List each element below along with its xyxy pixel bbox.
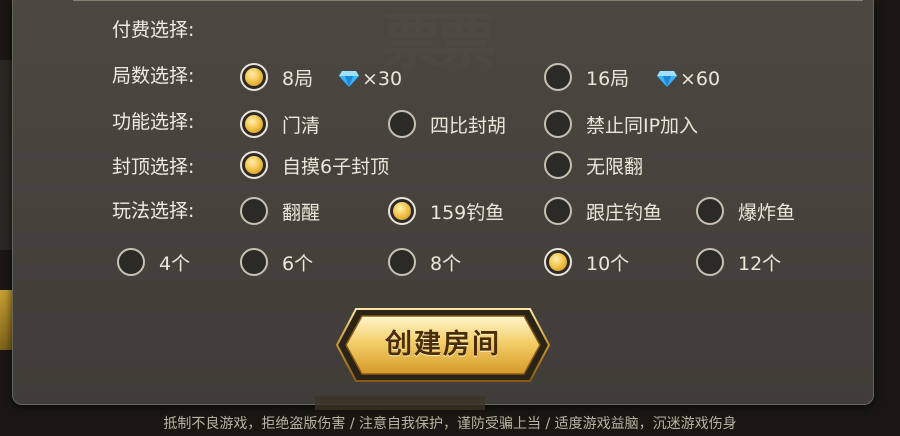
radio-unselected-icon[interactable] [696,248,724,276]
diamond-icon [339,71,359,87]
function-option-menqing[interactable]: 门清 [240,108,320,140]
count-option-12[interactable]: 12个 [696,246,781,278]
option-label: 跟庄钓鱼 [586,201,663,224]
play-option-baozha[interactable]: 爆炸鱼 [696,195,795,227]
play-option-fanxing[interactable]: 翻醒 [240,195,320,227]
watermark-logo: 票票 [382,8,496,78]
option-label: 16局 [586,67,630,90]
health-notice: 抵制不良游戏，拒绝盗版伤害 / 注意自我保护，谨防受骗上当 / 适度游戏益脑，沉… [163,416,737,432]
play-label: 玩法选择: [112,200,195,222]
rounds-label: 局数选择: [112,65,195,87]
create-room-label: 创建房间 [385,329,501,360]
cap-label: 封顶选择: [112,156,195,178]
count-option-6[interactable]: 6个 [240,246,313,278]
cost-8-rounds: ×30 [338,68,402,90]
play-option-159[interactable]: 159钓鱼 [388,195,504,227]
radio-unselected-icon[interactable] [544,197,572,225]
option-label: 8局 [282,67,314,90]
play-option-genzhuang[interactable]: 跟庄钓鱼 [544,195,662,227]
create-room-button[interactable]: 创建房间 [336,308,550,382]
option-label: 爆炸鱼 [738,201,796,224]
radio-selected-icon[interactable] [544,248,572,276]
rounds-option-8[interactable]: 8局 [240,61,313,93]
count-option-4[interactable]: 4个 [117,246,190,278]
cap-option-unlimited[interactable]: 无限翻 [544,149,643,181]
cost-value: ×30 [362,68,403,90]
option-label: 自摸6子封顶 [282,155,390,178]
option-label: 12个 [738,252,782,275]
option-label: 门清 [282,114,321,137]
function-label: 功能选择: [112,111,195,133]
cost-16-rounds: ×60 [656,68,720,90]
payment-label: 付费选择: [112,19,195,41]
radio-selected-icon[interactable] [240,110,268,138]
radio-unselected-icon[interactable] [544,110,572,138]
cap-option-zimo6[interactable]: 自摸6子封顶 [240,149,389,181]
option-label: 8个 [430,252,462,275]
function-option-sibi[interactable]: 四比封胡 [388,108,506,140]
option-label: 四比封胡 [430,114,507,137]
option-label: 4个 [159,252,191,275]
radio-unselected-icon[interactable] [388,248,416,276]
option-label: 无限翻 [586,155,644,178]
count-option-8[interactable]: 8个 [388,246,461,278]
cost-value: ×60 [680,68,721,90]
dialog-edge [73,0,863,1]
radio-unselected-icon[interactable] [544,151,572,179]
radio-unselected-icon[interactable] [117,248,145,276]
radio-unselected-icon[interactable] [240,197,268,225]
diamond-icon [657,71,677,87]
function-option-no-same-ip[interactable]: 禁止同IP加入 [544,108,698,140]
count-option-10[interactable]: 10个 [544,246,629,278]
option-label: 6个 [282,252,314,275]
radio-selected-icon[interactable] [388,197,416,225]
radio-selected-icon[interactable] [240,63,268,91]
radio-selected-icon[interactable] [240,151,268,179]
radio-unselected-icon[interactable] [696,197,724,225]
radio-unselected-icon[interactable] [544,63,572,91]
radio-unselected-icon[interactable] [388,110,416,138]
rounds-option-16[interactable]: 16局 [544,61,629,93]
option-label: 10个 [586,252,630,275]
option-label: 159钓鱼 [430,201,505,224]
option-label: 翻醒 [282,201,321,224]
background-decoration [315,396,485,410]
option-label: 禁止同IP加入 [586,114,699,137]
radio-unselected-icon[interactable] [240,248,268,276]
